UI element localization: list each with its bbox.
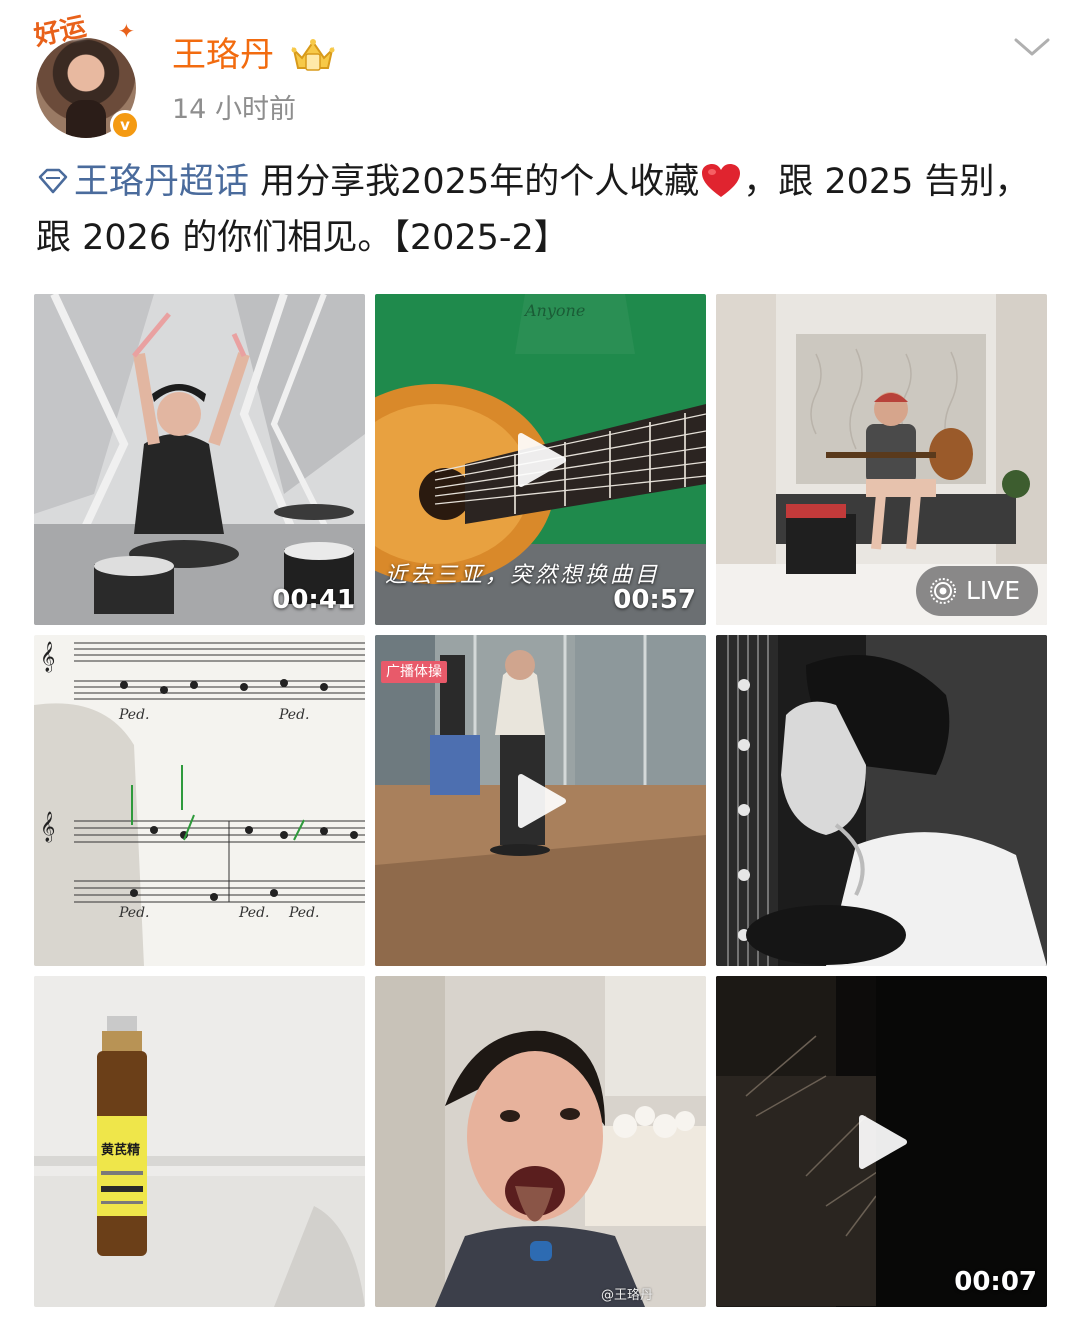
svg-text:Ped.: Ped. xyxy=(278,707,310,723)
media-tile-exercise-video[interactable]: 广播体操 xyxy=(375,635,706,966)
svg-text:Ped.: Ped. xyxy=(238,905,270,921)
svg-text:𝄞: 𝄞 xyxy=(40,811,55,843)
image-watermark: @王珞丹 xyxy=(601,1288,654,1303)
svg-text:Ped.: Ped. xyxy=(118,707,150,723)
live-photo-badge[interactable]: LIVE xyxy=(916,566,1038,616)
media-tile-sheet-music[interactable]: 𝄞 𝄞 Ped. Ped. Ped. Ped. Ped. xyxy=(34,635,365,966)
media-tile-live-photo[interactable]: LIVE xyxy=(716,294,1047,625)
post-text-part1: 用分享我2025年的个人收藏 xyxy=(249,162,700,202)
video-duration: 00:41 xyxy=(272,585,355,615)
topic-label: 王珞丹超话 xyxy=(74,162,250,202)
svg-text:𝄞: 𝄞 xyxy=(40,641,55,673)
live-photo-icon xyxy=(930,578,956,604)
sparkle-icon: ✦ xyxy=(118,19,135,43)
topic-link[interactable]: 王珞丹超话 xyxy=(36,162,249,202)
user-name[interactable]: 王珞丹 xyxy=(172,32,274,78)
post-timestamp: 14 小时前 xyxy=(172,94,296,125)
bw-portrait-scene xyxy=(716,635,1047,966)
play-icon[interactable] xyxy=(515,773,567,829)
weibo-post: 好运 ✦ v 王珞丹 14 小时前 王珞丹超话 用分享我2025年的个人收藏 ，跟… xyxy=(0,0,1080,1330)
medicine-bottle-scene: 黄芪精 xyxy=(34,976,365,1307)
media-tile-selfie[interactable]: @王珞丹 xyxy=(375,976,706,1307)
crown-member-icon[interactable] xyxy=(288,36,338,76)
media-tile-drum-video[interactable]: 00:41 xyxy=(34,294,365,625)
svg-text:Ped.: Ped. xyxy=(288,905,320,921)
media-grid: 00:41 Anyone 近去三亚，突然想换曲目 00:57 LIVE 𝄞 𝄞 … xyxy=(34,294,1048,1308)
avatar-container[interactable]: 好运 ✦ v xyxy=(32,10,146,140)
media-tile-bw-portrait[interactable] xyxy=(716,635,1047,966)
verified-badge-icon: v xyxy=(110,110,140,140)
sheet-music-scene: 𝄞 𝄞 Ped. Ped. Ped. Ped. Ped. xyxy=(34,635,365,966)
heart-emoji-icon xyxy=(702,164,741,197)
live-label: LIVE xyxy=(966,576,1021,605)
diamond-topic-icon xyxy=(38,168,68,194)
svg-text:Ped.: Ped. xyxy=(118,905,150,921)
bottle-label-text: 黄芪精 xyxy=(101,1142,140,1158)
play-icon[interactable] xyxy=(515,432,567,488)
svg-text:Anyone: Anyone xyxy=(523,301,585,320)
play-icon[interactable] xyxy=(856,1114,908,1170)
video-duration: 00:57 xyxy=(613,585,696,615)
media-tile-guitar-video[interactable]: Anyone 近去三亚，突然想换曲目 00:57 xyxy=(375,294,706,625)
media-tile-dark-video[interactable]: 00:07 xyxy=(716,976,1047,1307)
video-duration: 00:07 xyxy=(954,1267,1037,1297)
selfie-scene xyxy=(375,976,706,1307)
media-tile-medicine-bottle[interactable]: 黄芪精 xyxy=(34,976,365,1307)
post-body: 王珞丹超话 用分享我2025年的个人收藏 ，跟 2025 告别，跟 2026 的你… xyxy=(36,154,1046,266)
video-tag-label: 广播体操 xyxy=(381,661,447,683)
drum-scene xyxy=(34,294,365,625)
chevron-down-icon[interactable] xyxy=(1010,30,1054,64)
